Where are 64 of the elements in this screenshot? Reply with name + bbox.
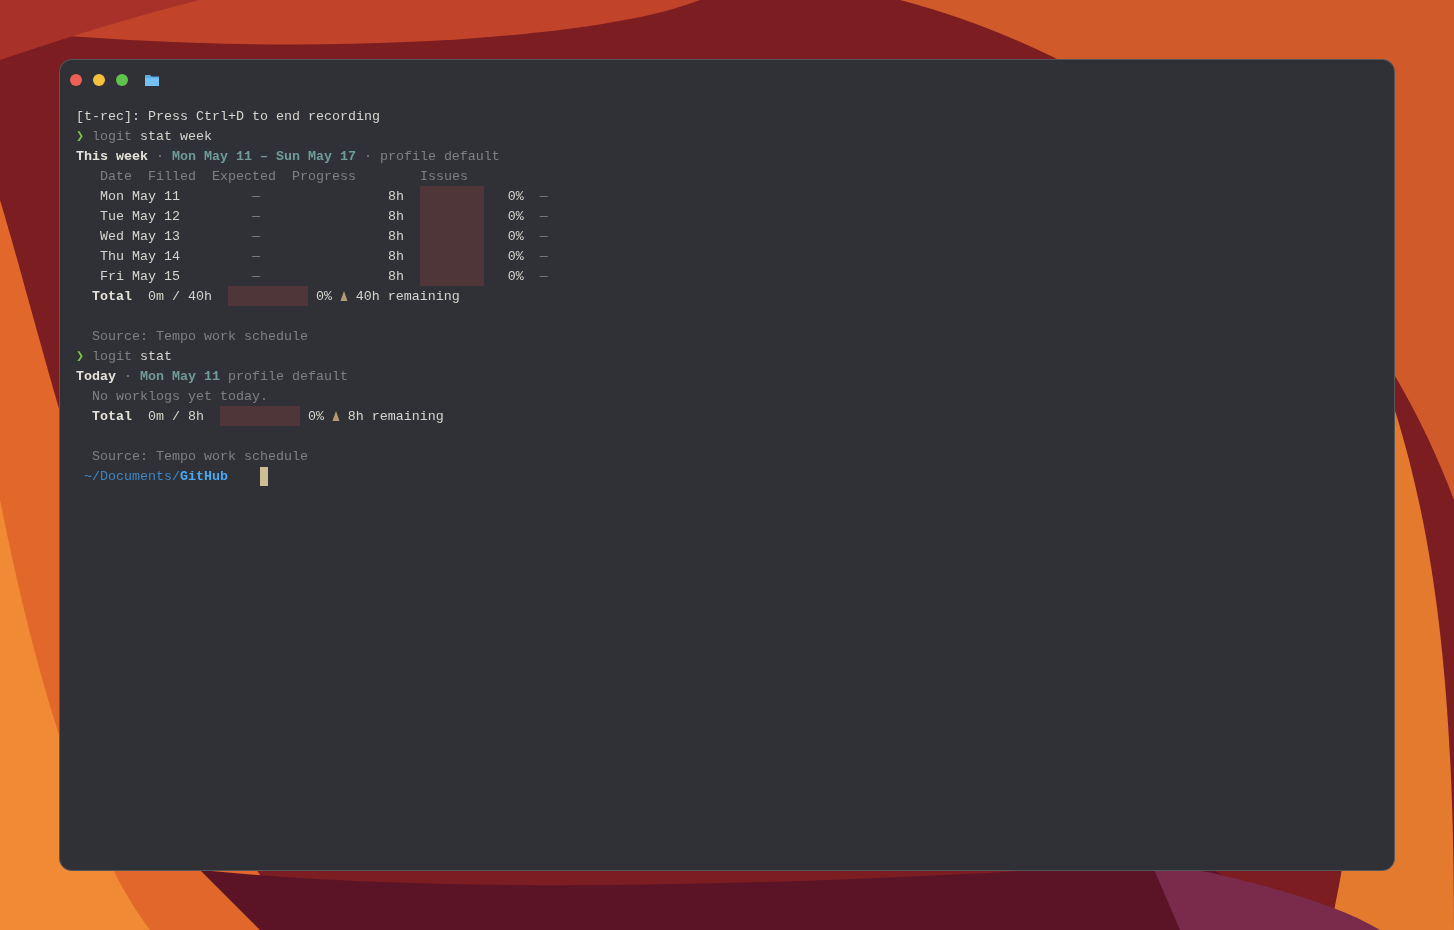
profile-label: profile default [379,148,500,164]
message-text: No worklogs yet today. [92,388,268,404]
table-cell: 0% [507,248,524,264]
table-cell: Fri May 15 [100,268,180,284]
profile-label: profile default [227,368,348,384]
table-cell: — [251,208,260,224]
source-text: Source: Tempo work schedule [92,328,308,344]
minimize-button[interactable] [93,74,105,86]
terminal-text: [t-rec]: Press Ctrl+D to end recording [76,108,380,124]
remaining-text: 8h remaining [347,408,444,424]
remaining-text: 40h remaining [355,288,460,304]
table-cell: — [539,228,548,244]
total-percent: 0% [315,288,332,304]
text-cursor [259,466,268,486]
table-cell: Thu May 14 [100,248,180,264]
prompt-folder: GitHub [179,468,228,484]
total-value: 0m / 8h [147,408,204,424]
command-name: logit [92,128,132,144]
separator-dot: · [155,148,164,164]
table-cell: 8h [387,208,404,224]
table-cell: — [251,228,260,244]
table-cell: Wed May 13 [100,228,180,244]
column-header: Filled [147,168,196,184]
table-cell: — [251,188,260,204]
command-arguments: stat week [140,128,212,144]
table-cell: 0% [507,228,524,244]
total-label: Total [92,408,132,424]
table-cell: — [539,208,548,224]
column-header: Progress [291,168,356,184]
table-cell: 8h [387,228,404,244]
table-cell: — [251,248,260,264]
section-title: This week [76,148,148,164]
table-cell: 8h [387,188,404,204]
table-cell: 0% [507,208,524,224]
table-cell: — [539,188,548,204]
section-title: Today [76,368,116,384]
separator-dot: · [124,368,132,384]
total-percent: 0% [307,408,324,424]
prompt-symbol: ❯ [76,348,85,364]
date-range: Mon May 11 – Sun May 17 [171,148,356,164]
prompt-path: ~/Documents/ [84,468,180,484]
date-label: Mon May 11 [139,368,220,384]
table-cell: 0% [507,268,524,284]
command-name: logit [92,348,132,364]
table-cell: — [539,268,548,284]
column-header: Date [100,168,132,184]
separator-dot: · [363,148,372,164]
table-cell: Tue May 12 [100,208,180,224]
column-header: Expected [211,168,276,184]
maximize-button[interactable] [116,74,128,86]
table-cell: Mon May 11 [100,188,180,204]
total-label: Total [92,288,132,304]
prompt-symbol: ❯ [76,128,85,144]
total-value: 0m / 40h [147,288,212,304]
table-cell: 8h [387,268,404,284]
table-cell: 8h [387,248,404,264]
table-cell: — [251,268,260,284]
table-cell: 0% [507,188,524,204]
close-button[interactable] [70,74,82,86]
command-arguments: stat [140,348,172,364]
folder-icon [145,74,159,86]
source-text: Source: Tempo work schedule [92,448,308,464]
column-header: Issues [419,168,468,184]
table-cell: — [539,248,548,264]
